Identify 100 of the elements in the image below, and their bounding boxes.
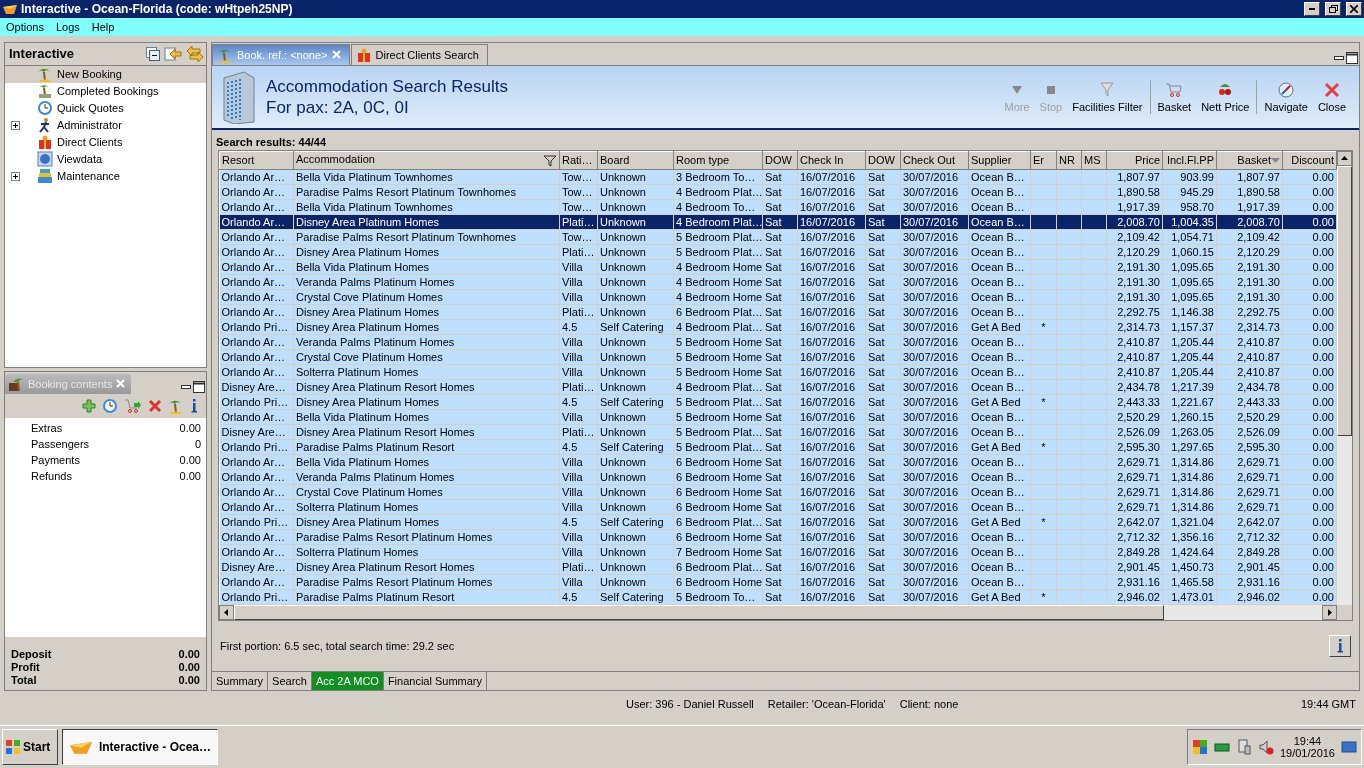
toolbar-button[interactable]: Nett Price xyxy=(1196,80,1255,113)
menu-item[interactable]: Help xyxy=(85,20,121,33)
close-icon[interactable] xyxy=(331,50,341,60)
tree-item[interactable]: Quick Quotes xyxy=(5,99,206,117)
tree-item[interactable]: Viewdata xyxy=(5,150,206,168)
column-header[interactable]: Resort xyxy=(219,151,294,170)
scroll-up-icon[interactable] xyxy=(1337,150,1352,166)
taskbar-app-button[interactable]: Interactive - Ocea… xyxy=(62,729,218,766)
table-row[interactable]: Orlando Ar… Bella Vida Platinum Homes Villa Unknown 5 Bedroom Home Sat 16/07/2016 Sat 30/07/2016 Ocean B… 2,520.29 1,260.15 2,520.29 0.00 xyxy=(219,409,1337,425)
table-row[interactable]: Orlando Pri… Disney Area Platinum Homes 4.5 Self Catering 4 Bedroom Plat… Sat 16/07/2016 Sat 30/07/2016 Get A Bed * 2,314.73 1,157.37 2,314.73 0.00 xyxy=(219,319,1337,335)
expand-icon[interactable] xyxy=(11,120,20,130)
table-cell: Orlando Ar… xyxy=(221,275,286,288)
clock-icon[interactable] xyxy=(102,397,118,414)
tab[interactable]: Acc 2A MCO xyxy=(311,672,384,691)
tree-item[interactable]: Maintenance xyxy=(5,167,206,185)
table-row[interactable]: Orlando Ar… Disney Area Platinum Homes Plati… Unknown 6 Bedroom Plat… Sat 16/07/2016 Sat 30/07/2016 Ocean B… 2,292.75 1,146.38 2,292.75 0.00 xyxy=(219,304,1337,320)
table-row[interactable]: Orlando Ar… Paradise Palms Resort Platinum Homes Villa Unknown 6 Bedroom Home Sat 16/07/2016 Sat 30/07/2016 Ocean B… 2,712.32 1,356.16 2,712.32 0.00 xyxy=(219,529,1337,545)
table-cell: 30/07/2016 xyxy=(903,365,959,378)
table-cell: 2,410.87 xyxy=(1237,365,1280,378)
table-row[interactable]: Orlando Ar… Paradise Palms Resort Platinum Townhomes Tow… Unknown 5 Bedroom Plat… Sat 16/07/2016 Sat 30/07/2016 Ocean B… 2,109.42 1,054.71 2,109.42 0.00 xyxy=(219,229,1337,245)
cart-arrow-icon[interactable] xyxy=(124,397,142,414)
table-row[interactable]: Disney Are… Disney Area Platinum Resort Homes Plati… Unknown 4 Bedroom Plat… Sat 16/07/2016 Sat 30/07/2016 Ocean B… 2,434.78 1,217.39 2,434.78 0.00 xyxy=(219,379,1337,395)
expand-icon[interactable] xyxy=(11,171,20,181)
table-row[interactable]: Orlando Ar… Veranda Palms Platinum Homes Villa Unknown 4 Bedroom Home Sat 16/07/2016 Sat 30/07/2016 Ocean B… 2,191.30 1,095.65 2,191.30 0.00 xyxy=(219,274,1337,290)
column-header[interactable]: Incl.Fl.PP xyxy=(1162,151,1217,170)
table-row[interactable]: Orlando Ar… Bella Vida Platinum Townhomes Tow… Unknown 4 Bedroom To… Sat 16/07/2016 Sat 30/07/2016 Ocean B… 1,917.39 958.70 1,917.39 0.00 xyxy=(219,199,1337,215)
column-header[interactable]: Basket xyxy=(1216,151,1283,170)
column-header[interactable]: Supplier xyxy=(968,151,1031,170)
filter-icon[interactable] xyxy=(543,155,557,168)
table-row[interactable]: Disney Are… Disney Area Platinum Resort Homes Plati… Unknown 6 Bedroom Plat… Sat 16/07/2016 Sat 30/07/2016 Ocean B… 2,901.45 1,450.73 2,901.45 0.00 xyxy=(219,559,1337,575)
table-row[interactable]: Orlando Ar… Solterra Platinum Homes Villa Unknown 5 Bedroom Home Sat 16/07/2016 Sat 30/07/2016 Ocean B… 2,410.87 1,205.44 2,410.87 0.00 xyxy=(219,364,1337,380)
info-button[interactable] xyxy=(1329,635,1351,658)
menu-item[interactable]: Options xyxy=(0,20,50,33)
table-row[interactable]: Orlando Ar… Bella Vida Platinum Homes Villa Unknown 4 Bedroom Home Sat 16/07/2016 Sat 30/07/2016 Ocean B… 2,191.30 1,095.65 2,191.30 0.00 xyxy=(219,259,1337,275)
column-header[interactable]: Room type xyxy=(673,151,763,170)
table-row[interactable]: Orlando Ar… Crystal Cove Platinum Homes Villa Unknown 6 Bedroom Home Sat 16/07/2016 Sat 30/07/2016 Ocean B… 2,629.71 1,314.86 2,629.71 0.00 xyxy=(219,484,1337,500)
toolbar-button[interactable]: Facilities Filter xyxy=(1067,80,1148,113)
table-cell: 0.00 xyxy=(1312,335,1334,348)
tab[interactable]: Direct Clients Search xyxy=(350,43,488,65)
show-desktop-icon[interactable] xyxy=(1341,739,1357,756)
start-button[interactable]: Start xyxy=(2,729,58,766)
column-header[interactable]: Accommodation xyxy=(293,151,560,170)
column-header[interactable]: Check In xyxy=(797,151,866,170)
table-row[interactable]: Orlando Ar… Crystal Cove Platinum Homes Villa Unknown 4 Bedroom Home Sat 16/07/2016 Sat 30/07/2016 Ocean B… 2,191.30 1,095.65 2,191.30 0.00 xyxy=(219,289,1337,305)
column-header[interactable]: Er xyxy=(1030,151,1057,170)
speaker-muted-icon[interactable] xyxy=(1257,739,1274,756)
maximize-icon[interactable] xyxy=(192,379,206,394)
info-icon[interactable] xyxy=(190,398,198,413)
table-row[interactable]: Orlando Ar… Paradise Palms Resort Platinum Townhomes Tow… Unknown 4 Bedroom Plat… Sat 16/07/2016 Sat 30/07/2016 Ocean B… 1,890.58 945.29 1,890.58 0.00 xyxy=(219,184,1337,200)
toolbar-button[interactable]: Basket xyxy=(1152,80,1197,113)
table-row[interactable]: Disney Are… Disney Area Platinum Resort Homes Plati… Unknown 5 Bedroom Plat… Sat 16/07/2016 Sat 30/07/2016 Ocean B… 2,526.09 1,263.05 2,526.09 0.00 xyxy=(219,424,1337,440)
column-header[interactable]: Discount xyxy=(1282,151,1337,170)
swap-arrows-icon[interactable] xyxy=(186,44,204,63)
arrow-left-icon[interactable] xyxy=(164,45,182,62)
delete-icon[interactable] xyxy=(148,398,162,413)
column-header[interactable]: DOW xyxy=(762,151,798,170)
toolbar-button[interactable]: Close xyxy=(1312,80,1351,113)
table-row[interactable]: Orlando Ar… Disney Area Platinum Homes Plati… Unknown 5 Bedroom Plat… Sat 16/07/2016 Sat 30/07/2016 Ocean B… 2,120.29 1,060.15 2,120.29 0.00 xyxy=(219,244,1337,260)
table-cell: 6 Bedroom Home xyxy=(676,575,762,588)
table-cell: Disney Are… xyxy=(221,380,286,393)
table-row[interactable]: Orlando Ar… Crystal Cove Platinum Homes Villa Unknown 5 Bedroom Home Sat 16/07/2016 Sat 30/07/2016 Ocean B… 2,410.87 1,205.44 2,410.87 0.00 xyxy=(219,349,1337,365)
column-header[interactable]: NR xyxy=(1056,151,1082,170)
computer-icon[interactable] xyxy=(1235,739,1252,756)
toolbar-button[interactable]: Navigate xyxy=(1259,80,1313,113)
table-row[interactable]: Orlando Ar… Paradise Palms Resort Platinum Homes Villa Unknown 6 Bedroom Home Sat 16/07/2016 Sat 30/07/2016 Ocean B… 2,931.16 1,465.58 2,931.16 0.00 xyxy=(219,574,1337,590)
column-header[interactable]: Board xyxy=(597,151,674,170)
column-header[interactable]: DOW xyxy=(865,151,901,170)
tree-item[interactable]: Completed Bookings xyxy=(5,82,206,100)
table-row[interactable]: Orlando Pri… Disney Area Platinum Homes 4.5 Self Catering 6 Bedroom Plat… Sat 16/07/2016 Sat 30/07/2016 Get A Bed * 2,642.07 1,321.04 2,642.07 0.00 xyxy=(219,514,1337,530)
vertical-scrollbar[interactable] xyxy=(1337,150,1352,605)
column-header[interactable]: Check Out xyxy=(900,151,969,170)
close-button[interactable] xyxy=(1346,1,1362,16)
table-cell: Unknown xyxy=(600,275,646,288)
scroll-left-icon[interactable] xyxy=(219,604,234,620)
table-row[interactable]: Orlando Pri… Paradise Palms Platinum Resort 4.5 Self Catering 5 Bedroom To… Sat 16/07/2016 Sat 30/07/2016 Get A Bed * 2,946.02 1,473.01 2,946.02 0.00 xyxy=(219,589,1337,605)
column-header[interactable]: MS xyxy=(1081,151,1107,170)
table-row[interactable]: Orlando Ar… Solterra Platinum Homes Villa Unknown 6 Bedroom Home Sat 16/07/2016 Sat 30/07/2016 Ocean B… 2,629.71 1,314.86 2,629.71 0.00 xyxy=(219,499,1337,515)
close-icon[interactable] xyxy=(116,379,126,389)
maximize-icon[interactable] xyxy=(1345,50,1359,65)
table-row[interactable]: Orlando Ar… Veranda Palms Platinum Homes Villa Unknown 6 Bedroom Home Sat 16/07/2016 Sat 30/07/2016 Ocean B… 2,629.71 1,314.86 2,629.71 0.00 xyxy=(219,469,1337,485)
table-row[interactable]: Orlando Ar… Bella Vida Platinum Townhomes Tow… Unknown 3 Bedroom To… Sat 16/07/2016 Sat 30/07/2016 Ocean B… 1,807.97 903.99 1,807.97 0.00 xyxy=(219,169,1337,185)
table-cell: Unknown xyxy=(600,530,646,543)
tree-item[interactable]: Administrator xyxy=(5,116,206,134)
table-cell: 0.00 xyxy=(1312,395,1334,408)
plus-icon[interactable] xyxy=(82,398,96,413)
table-row[interactable]: Orlando Pri… Paradise Palms Platinum Resort 4.5 Self Catering 5 Bedroom Plat… Sat 16/07/2016 Sat 30/07/2016 Get A Bed * 2,595.30 1,297.65 2,595.30 0.00 xyxy=(219,439,1337,455)
collapse-all-icon[interactable] xyxy=(146,46,160,61)
table-row[interactable]: Orlando Ar… Disney Area Platinum Homes Plati… Unknown 4 Bedroom Plat… Sat 16/07/2016 Sat 30/07/2016 Ocean B… 2,008.70 1,004.35 2,008.70 0.00 xyxy=(219,214,1337,230)
minimize-button[interactable] xyxy=(1304,1,1320,16)
column-header[interactable]: Price xyxy=(1106,151,1163,170)
table-row[interactable]: Orlando Ar… Veranda Palms Platinum Homes Villa Unknown 5 Bedroom Home Sat 16/07/2016 Sat 30/07/2016 Ocean B… 2,410.87 1,205.44 2,410.87 0.00 xyxy=(219,334,1337,350)
restore-button[interactable] xyxy=(1325,1,1341,16)
table-row[interactable]: Orlando Pri… Disney Area Platinum Homes 4.5 Self Catering 5 Bedroom Plat… Sat 16/07/2016 Sat 30/07/2016 Get A Bed * 2,443.33 1,221.67 2,443.33 0.00 xyxy=(219,394,1337,410)
colored-blocks-icon[interactable] xyxy=(1191,739,1208,756)
table-row[interactable]: Orlando Ar… Bella Vida Platinum Homes Villa Unknown 6 Bedroom Home Sat 16/07/2016 Sat 30/07/2016 Ocean B… 2,629.71 1,314.86 2,629.71 0.00 xyxy=(219,454,1337,470)
scroll-right-icon[interactable] xyxy=(1322,604,1337,620)
tree-item[interactable]: Direct Clients xyxy=(5,133,206,151)
column-header[interactable]: Rati… xyxy=(559,151,598,170)
menu-item[interactable]: Logs xyxy=(49,20,86,33)
table-row[interactable]: Orlando Ar… Solterra Platinum Homes Villa Unknown 7 Bedroom Home Sat 16/07/2016 Sat 30/07/2016 Ocean B… 2,849.28 1,424.64 2,849.28 0.00 xyxy=(219,544,1337,560)
